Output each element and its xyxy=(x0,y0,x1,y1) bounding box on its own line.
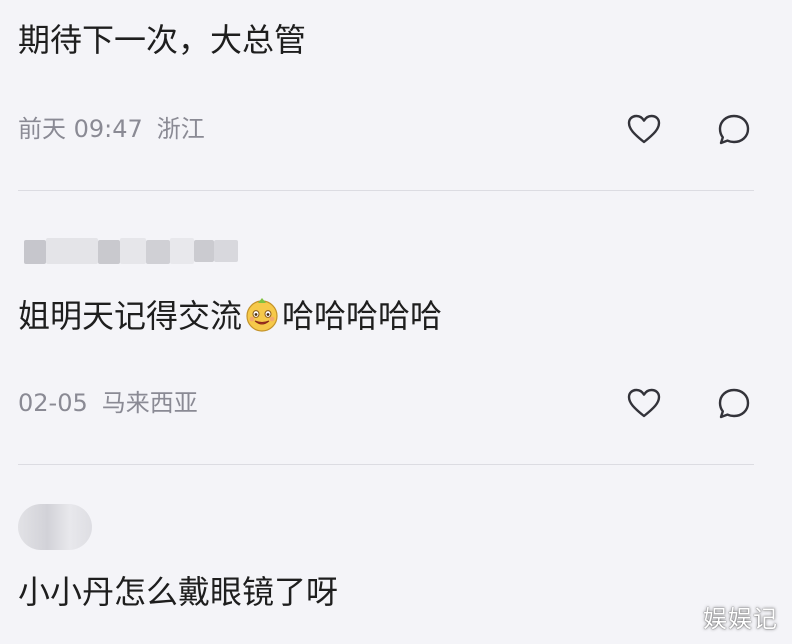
heart-icon xyxy=(627,388,661,418)
speech-bubble-icon xyxy=(718,114,750,145)
comment-meta: 前天 09:47 浙江 xyxy=(18,114,205,144)
reply-button[interactable] xyxy=(716,112,752,148)
comment-meta: 02-05 马来西亚 xyxy=(18,388,198,418)
comment-location: 马来西亚 xyxy=(101,389,198,417)
comment-text: 小小丹怎么戴眼镜了呀 xyxy=(18,573,339,611)
like-button[interactable] xyxy=(626,112,662,148)
speech-bubble-icon xyxy=(718,388,750,419)
comment-text-part: 哈哈哈哈哈 xyxy=(282,297,443,335)
comment-time: 前天 09:47 xyxy=(18,115,143,143)
divider xyxy=(18,190,754,191)
reply-button[interactable] xyxy=(716,386,752,422)
watermark: 娱娱记 xyxy=(703,605,778,633)
comment-text-part: 姐明天记得交流 xyxy=(18,297,243,335)
comment-text: 姐明天记得交流 哈哈哈哈哈 xyxy=(18,296,442,336)
heart-icon xyxy=(627,114,661,144)
like-button[interactable] xyxy=(626,386,662,422)
divider xyxy=(18,464,754,465)
blurred-avatar xyxy=(18,504,92,550)
comment-text: 期待下一次，大总管 xyxy=(18,21,307,59)
grinning-face-emoji xyxy=(246,298,278,332)
comment-time: 02-05 xyxy=(18,389,88,417)
comment-location: 浙江 xyxy=(156,115,205,143)
